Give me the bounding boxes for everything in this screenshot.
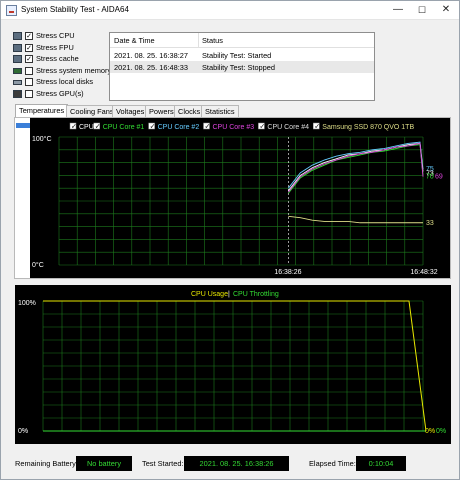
legend-entry: CPU <box>79 124 94 131</box>
sensor-list-selection[interactable] <box>16 123 30 128</box>
option-stress-cpu[interactable]: ✓ Stress CPU <box>13 30 113 42</box>
legend-entry: CPU Core #3 <box>213 124 255 131</box>
x-axis-end-label: 16:48:32 <box>410 269 437 276</box>
cpu-usage-chart: CPU Usage | CPU Throttling 100% 0% 0% 0% <box>15 285 451 444</box>
test-started-value: 2021. 08. 25. 16:38:26 <box>184 456 289 471</box>
y-axis-max-label: 100% <box>18 300 36 307</box>
minimize-button[interactable]: — <box>385 1 411 19</box>
end-value-label: 33 <box>426 220 434 227</box>
stress-options: ✓ Stress CPU ✓ Stress FPU ✓ Stress cache… <box>13 30 113 100</box>
option-label: Stress CPU <box>36 31 75 40</box>
end-value-label: 0% <box>425 428 435 435</box>
battery-label: Remaining Battery: <box>15 459 78 468</box>
cpu-usage-chart-svg: CPU Usage | CPU Throttling100%0% 0% 0% <box>18 291 446 435</box>
series-line <box>287 141 424 189</box>
aida64-app-icon <box>6 5 17 16</box>
tab-temperatures[interactable]: Temperatures <box>15 104 69 117</box>
window-title: System Stability Test - AIDA64 <box>21 5 129 14</box>
log-datetime: 2021. 08. 25. 16:48:33 <box>114 63 188 72</box>
legend-check-icon: ✓ <box>95 124 101 131</box>
x-axis-start-label: 16:38:26 <box>274 269 301 276</box>
status-bar: Remaining Battery: No battery Test Start… <box>1 453 460 473</box>
log-datetime: 2021. 08. 25. 16:38:27 <box>114 51 188 60</box>
tab-voltages[interactable]: Voltages <box>112 105 149 117</box>
stress-cache-checkbox[interactable]: ✓ <box>25 55 33 64</box>
legend-check-icon: ✓ <box>205 124 211 131</box>
tab-cooling-fans[interactable]: Cooling Fans <box>66 105 118 117</box>
maximize-button[interactable]: ☐ <box>409 1 435 19</box>
option-label: Stress system memory <box>36 65 112 75</box>
memory-icon <box>13 67 22 74</box>
stress-memory-checkbox[interactable] <box>25 66 33 75</box>
legend-entry: CPU Core #2 <box>158 124 200 131</box>
cache-icon <box>13 55 22 64</box>
y-axis-min-label: 0% <box>18 428 28 435</box>
option-label: Stress FPU <box>36 42 74 52</box>
elapsed-time-label: Elapsed Time: <box>309 459 356 468</box>
series-line <box>288 215 423 224</box>
option-stress-disks[interactable]: Stress local disks <box>13 76 113 88</box>
test-started-label: Test Started: <box>142 459 184 468</box>
title-bar[interactable]: System Stability Test - AIDA64 — ☐ ✕ <box>1 1 459 20</box>
legend-cpu-throttling: CPU Throttling <box>233 291 279 298</box>
stress-gpu-checkbox[interactable] <box>25 89 33 98</box>
tab-statistics[interactable]: Statistics <box>201 105 239 117</box>
tab-clocks[interactable]: Clocks <box>174 105 205 117</box>
option-stress-cache[interactable]: ✓ Stress cache <box>13 53 113 65</box>
option-stress-gpu[interactable]: Stress GPU(s) <box>13 88 113 100</box>
end-value-label: 0% <box>436 428 446 435</box>
cpu-icon <box>13 32 22 40</box>
end-value-label: 70 <box>426 173 434 180</box>
legend-entry: CPU Core #4 <box>267 124 309 131</box>
option-label: Stress GPU(s) <box>36 88 84 98</box>
stability-test-window: System Stability Test - AIDA64 — ☐ ✕ ✓ S… <box>0 0 460 480</box>
close-button[interactable]: ✕ <box>433 1 459 19</box>
legend-check-icon: ✓ <box>259 124 265 131</box>
column-header-status[interactable]: Status <box>202 36 223 45</box>
elapsed-time-value: 0:10:04 <box>356 456 406 471</box>
log-status: Stability Test: Started <box>202 51 272 60</box>
temperature-chart-svg: ✓ CPU ✓ CPU Core #1 ✓ CPU Core #2 ✓ CPU Core #3… <box>32 122 443 276</box>
tab-powers[interactable]: Powers <box>145 105 178 117</box>
stress-fpu-checkbox[interactable]: ✓ <box>25 43 33 52</box>
log-header: Date & Time Status <box>110 33 374 48</box>
event-log-table[interactable]: Date & Time Status 2021. 08. 25. 16:38:2… <box>109 32 375 101</box>
series-line <box>287 144 424 194</box>
legend-entry: CPU Core #1 <box>103 124 145 131</box>
sensor-list[interactable] <box>15 118 30 278</box>
disk-icon <box>13 80 22 86</box>
legend-check-icon: ✓ <box>150 124 156 131</box>
end-value-label: 69 <box>435 173 443 180</box>
log-row[interactable]: 2021. 08. 25. 16:38:27 Stability Test: S… <box>110 49 374 61</box>
option-label: Stress local disks <box>36 77 94 87</box>
column-divider[interactable] <box>198 33 199 48</box>
legend-separator: | <box>228 291 230 298</box>
fpu-icon <box>13 43 22 52</box>
stress-disks-checkbox[interactable] <box>25 78 33 87</box>
option-stress-fpu[interactable]: ✓ Stress FPU <box>13 42 113 54</box>
log-status: Stability Test: Stopped <box>202 63 275 72</box>
temperature-chart: ✓ CPU ✓ CPU Core #1 ✓ CPU Core #2 ✓ CPU Core #3… <box>30 118 450 278</box>
legend-check-icon: ✓ <box>314 124 320 131</box>
legend-entry: Samsung SSD 870 QVO 1TB <box>322 124 414 131</box>
legend-cpu-usage: CPU Usage <box>191 291 228 298</box>
option-stress-memory[interactable]: Stress system memory <box>13 65 113 77</box>
column-header-datetime[interactable]: Date & Time <box>114 36 155 45</box>
log-row-selected[interactable]: 2021. 08. 25. 16:48:33 Stability Test: S… <box>110 61 374 73</box>
gpu-icon <box>13 89 22 98</box>
stress-cpu-checkbox[interactable]: ✓ <box>25 32 33 40</box>
y-axis-max-label: 100°C <box>32 135 52 143</box>
option-label: Stress cache <box>36 54 79 64</box>
y-axis-min-label: 0°C <box>32 261 44 269</box>
legend-check-icon: ✓ <box>71 124 77 131</box>
battery-value: No battery <box>76 456 132 471</box>
